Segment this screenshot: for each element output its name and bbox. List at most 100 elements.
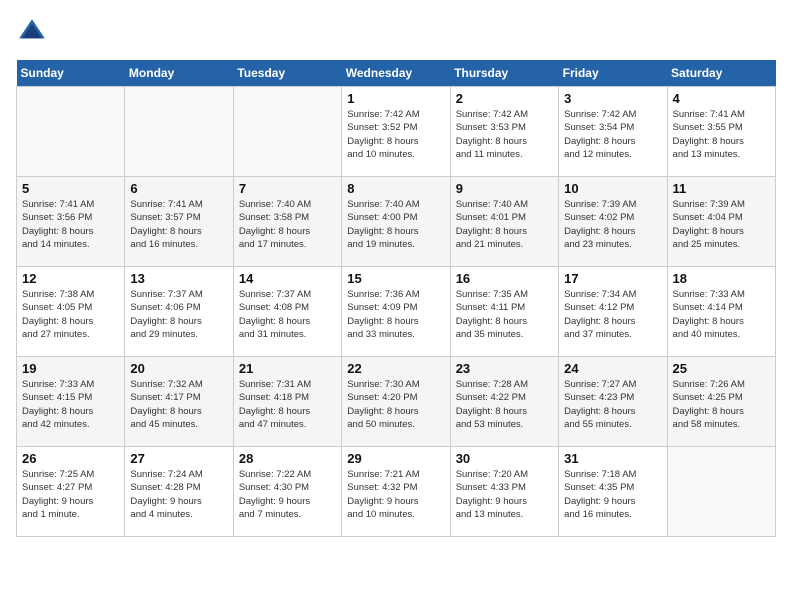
calendar-cell: 28 Sunrise: 7:22 AM Sunset: 4:30 PM Dayli… [233,447,341,537]
calendar-cell: 7 Sunrise: 7:40 AM Sunset: 3:58 PM Daylig… [233,177,341,267]
day-number: 23 [456,361,553,376]
day-info: Sunrise: 7:20 AM Sunset: 4:33 PM Dayligh… [456,468,553,521]
logo-icon [16,16,48,48]
calendar-cell: 12 Sunrise: 7:38 AM Sunset: 4:05 PM Dayli… [17,267,125,357]
calendar-cell: 16 Sunrise: 7:35 AM Sunset: 4:11 PM Dayli… [450,267,558,357]
calendar-cell: 10 Sunrise: 7:39 AM Sunset: 4:02 PM Dayli… [559,177,667,267]
calendar-cell: 21 Sunrise: 7:31 AM Sunset: 4:18 PM Dayli… [233,357,341,447]
calendar-cell: 29Sunrise: 7:21 AM Sunset: 4:32 PM Dayli… [342,447,450,537]
day-number: 6 [130,181,227,196]
calendar-cell: 15 Sunrise: 7:36 AM Sunset: 4:09 PM Dayli… [342,267,450,357]
day-number: 5 [22,181,119,196]
calendar-cell: 17 Sunrise: 7:34 AM Sunset: 4:12 PM Dayli… [559,267,667,357]
day-info: Sunrise: 7:34 AM Sunset: 4:12 PM Dayligh… [564,288,661,341]
day-info: Sunrise: 7:26 AM Sunset: 4:25 PM Dayligh… [673,378,770,431]
calendar-cell: 3Sunrise: 7:42 AM Sunset: 3:54 PM Daylig… [559,87,667,177]
day-number: 14 [239,271,336,286]
day-number: 3 [564,91,661,106]
page-header [16,16,776,48]
day-info: Sunrise: 7:39 AM Sunset: 4:02 PM Dayligh… [564,198,661,251]
day-info: Sunrise: 7:33 AM Sunset: 4:15 PM Dayligh… [22,378,119,431]
day-number: 16 [456,271,553,286]
day-number: 28 [239,451,336,466]
calendar-cell [17,87,125,177]
day-info: Sunrise: 7:40 AM Sunset: 4:01 PM Dayligh… [456,198,553,251]
day-number: 4 [673,91,770,106]
day-info: Sunrise: 7:31 AM Sunset: 4:18 PM Dayligh… [239,378,336,431]
day-info: Sunrise: 7:42 AM Sunset: 3:52 PM Dayligh… [347,108,444,161]
day-number: 22 [347,361,444,376]
day-number: 1 [347,91,444,106]
calendar-cell: 30 Sunrise: 7:20 AM Sunset: 4:33 PM Dayli… [450,447,558,537]
day-number: 15 [347,271,444,286]
weekday-header-thursday: Thursday [450,60,558,87]
calendar-week-row: 1 Sunrise: 7:42 AM Sunset: 3:52 PM Daylig… [17,87,776,177]
calendar-cell [233,87,341,177]
calendar-cell [667,447,775,537]
calendar-cell: 1 Sunrise: 7:42 AM Sunset: 3:52 PM Daylig… [342,87,450,177]
logo [16,16,52,48]
weekday-header-row: SundayMondayTuesdayWednesdayThursdayFrid… [17,60,776,87]
day-info: Sunrise: 7:37 AM Sunset: 4:08 PM Dayligh… [239,288,336,341]
calendar-week-row: 19 Sunrise: 7:33 AM Sunset: 4:15 PM Dayli… [17,357,776,447]
day-number: 2 [456,91,553,106]
day-number: 26 [22,451,119,466]
day-info: Sunrise: 7:42 AM Sunset: 3:53 PM Dayligh… [456,108,553,161]
calendar-cell: 14 Sunrise: 7:37 AM Sunset: 4:08 PM Dayli… [233,267,341,357]
calendar-cell: 13 Sunrise: 7:37 AM Sunset: 4:06 PM Dayli… [125,267,233,357]
day-info: Sunrise: 7:38 AM Sunset: 4:05 PM Dayligh… [22,288,119,341]
calendar-table: SundayMondayTuesdayWednesdayThursdayFrid… [16,60,776,537]
day-number: 31 [564,451,661,466]
calendar-cell: 19 Sunrise: 7:33 AM Sunset: 4:15 PM Dayli… [17,357,125,447]
day-info: Sunrise: 7:39 AM Sunset: 4:04 PM Dayligh… [673,198,770,251]
day-info: Sunrise: 7:22 AM Sunset: 4:30 PM Dayligh… [239,468,336,521]
day-number: 30 [456,451,553,466]
day-info: Sunrise: 7:30 AM Sunset: 4:20 PM Dayligh… [347,378,444,431]
calendar-cell: 22 Sunrise: 7:30 AM Sunset: 4:20 PM Dayli… [342,357,450,447]
day-info: Sunrise: 7:37 AM Sunset: 4:06 PM Dayligh… [130,288,227,341]
calendar-cell: 11 Sunrise: 7:39 AM Sunset: 4:04 PM Dayli… [667,177,775,267]
calendar-cell: 24 Sunrise: 7:27 AM Sunset: 4:23 PM Dayli… [559,357,667,447]
day-info: Sunrise: 7:41 AM Sunset: 3:55 PM Dayligh… [673,108,770,161]
calendar-cell: 18Sunrise: 7:33 AM Sunset: 4:14 PM Dayli… [667,267,775,357]
day-number: 19 [22,361,119,376]
day-info: Sunrise: 7:21 AM Sunset: 4:32 PM Dayligh… [347,468,444,521]
weekday-header-friday: Friday [559,60,667,87]
day-number: 11 [673,181,770,196]
day-info: Sunrise: 7:18 AM Sunset: 4:35 PM Dayligh… [564,468,661,521]
calendar-cell: 5 Sunrise: 7:41 AM Sunset: 3:56 PM Daylig… [17,177,125,267]
day-number: 10 [564,181,661,196]
day-info: Sunrise: 7:35 AM Sunset: 4:11 PM Dayligh… [456,288,553,341]
day-number: 27 [130,451,227,466]
day-number: 20 [130,361,227,376]
calendar-cell: 31 Sunrise: 7:18 AM Sunset: 4:35 PM Dayli… [559,447,667,537]
weekday-header-saturday: Saturday [667,60,775,87]
day-info: Sunrise: 7:33 AM Sunset: 4:14 PM Dayligh… [673,288,770,341]
day-info: Sunrise: 7:27 AM Sunset: 4:23 PM Dayligh… [564,378,661,431]
day-info: Sunrise: 7:28 AM Sunset: 4:22 PM Dayligh… [456,378,553,431]
day-info: Sunrise: 7:41 AM Sunset: 3:57 PM Dayligh… [130,198,227,251]
calendar-cell: 8Sunrise: 7:40 AM Sunset: 4:00 PM Daylig… [342,177,450,267]
day-number: 13 [130,271,227,286]
day-info: Sunrise: 7:32 AM Sunset: 4:17 PM Dayligh… [130,378,227,431]
day-number: 8 [347,181,444,196]
weekday-header-monday: Monday [125,60,233,87]
weekday-header-wednesday: Wednesday [342,60,450,87]
calendar-cell: 9Sunrise: 7:40 AM Sunset: 4:01 PM Daylig… [450,177,558,267]
calendar-cell: 6 Sunrise: 7:41 AM Sunset: 3:57 PM Daylig… [125,177,233,267]
day-info: Sunrise: 7:40 AM Sunset: 3:58 PM Dayligh… [239,198,336,251]
calendar-cell: 20 Sunrise: 7:32 AM Sunset: 4:17 PM Dayli… [125,357,233,447]
day-number: 7 [239,181,336,196]
day-number: 24 [564,361,661,376]
calendar-week-row: 5 Sunrise: 7:41 AM Sunset: 3:56 PM Daylig… [17,177,776,267]
weekday-header-tuesday: Tuesday [233,60,341,87]
calendar-cell: 4 Sunrise: 7:41 AM Sunset: 3:55 PM Daylig… [667,87,775,177]
day-number: 21 [239,361,336,376]
calendar-week-row: 12 Sunrise: 7:38 AM Sunset: 4:05 PM Dayli… [17,267,776,357]
day-number: 12 [22,271,119,286]
day-number: 17 [564,271,661,286]
calendar-cell: 23 Sunrise: 7:28 AM Sunset: 4:22 PM Dayli… [450,357,558,447]
calendar-cell: 25Sunrise: 7:26 AM Sunset: 4:25 PM Dayli… [667,357,775,447]
day-info: Sunrise: 7:41 AM Sunset: 3:56 PM Dayligh… [22,198,119,251]
day-info: Sunrise: 7:36 AM Sunset: 4:09 PM Dayligh… [347,288,444,341]
